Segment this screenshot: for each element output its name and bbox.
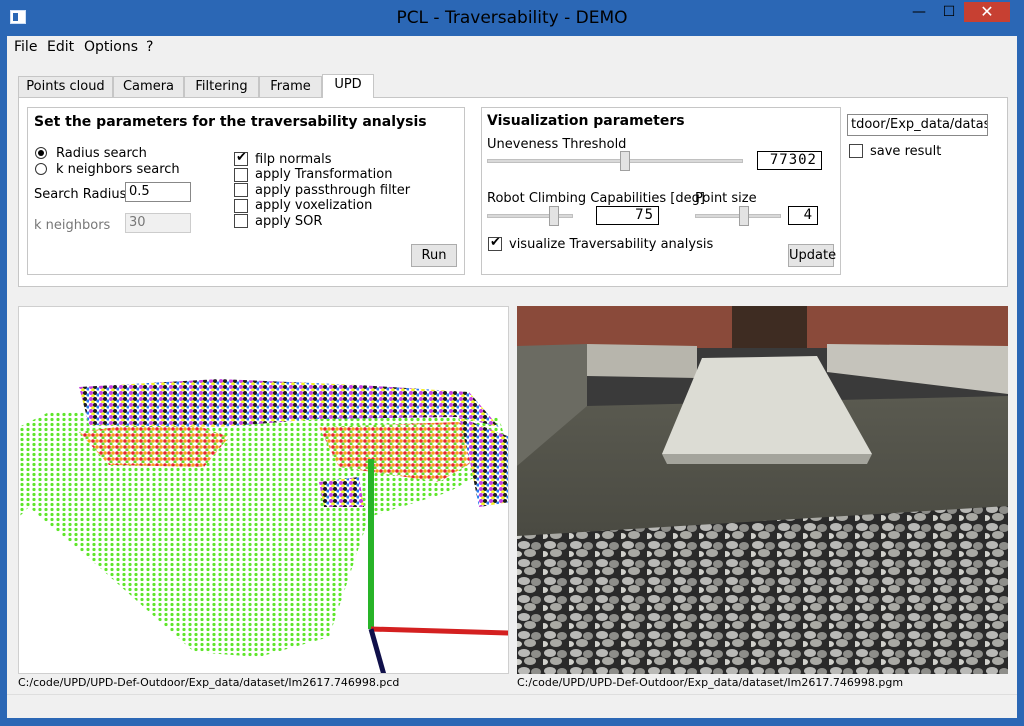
uneveness-slider-track[interactable]: [487, 159, 743, 163]
climbing-lcd: 75: [596, 206, 659, 225]
point-cloud-canvas: [19, 379, 508, 673]
right-view-path: C:/code/UPD/UPD-Def-Outdoor/Exp_data/dat…: [517, 676, 904, 689]
run-button[interactable]: Run: [411, 244, 457, 267]
camera-image-view[interactable]: [517, 306, 1008, 674]
apply-sor-label: apply SOR: [255, 214, 323, 229]
menu-options[interactable]: Options: [84, 39, 138, 55]
k-neighbors-input[interactable]: 30: [125, 213, 191, 233]
save-result-label: save result: [870, 144, 942, 159]
flip-normals-label: filp normals: [255, 152, 332, 167]
point-size-lcd: 4: [788, 206, 818, 225]
doorway: [732, 306, 807, 348]
menu-help[interactable]: ?: [146, 39, 153, 55]
point-size-slider-track[interactable]: [695, 214, 781, 218]
k-neighbors-search-radio[interactable]: [35, 163, 47, 175]
update-button[interactable]: Update: [788, 244, 836, 267]
k-neighbors-label: k neighbors: [34, 218, 111, 233]
search-radius-input[interactable]: 0.5: [125, 182, 191, 202]
uneveness-label: Uneveness Threshold: [487, 137, 627, 152]
camera-image-canvas: [517, 306, 1008, 674]
uneveness-lcd: 77302: [757, 151, 822, 170]
menu-bar: [7, 36, 1017, 58]
apply-transformation-label: apply Transformation: [255, 167, 393, 182]
tab-upd[interactable]: UPD: [322, 74, 374, 98]
window-frame-bottom: [0, 718, 1024, 726]
k-neighbors-search-label: k neighbors search: [56, 162, 180, 177]
flip-normals-checkbox[interactable]: [234, 150, 248, 166]
radius-search-label: Radius search: [56, 146, 147, 161]
visualize-traversability-checkbox[interactable]: [488, 235, 502, 251]
uneveness-slider-handle[interactable]: [620, 151, 630, 171]
visualization-title: Visualization parameters: [487, 113, 685, 129]
axis-z-navy: [368, 628, 387, 673]
window-frame-left: [0, 36, 7, 726]
low-wall-right: [827, 344, 1008, 394]
obstacle-points: [319, 477, 364, 507]
low-wall-left: [587, 344, 697, 378]
apply-passthrough-checkbox[interactable]: [234, 183, 248, 197]
minimize-button[interactable]: —: [906, 2, 932, 22]
radius-search-radio[interactable]: [35, 147, 47, 159]
apply-transformation-checkbox[interactable]: [234, 168, 248, 182]
window-frame-right: [1017, 36, 1024, 726]
tab-points-cloud[interactable]: Points cloud: [18, 76, 113, 97]
params-title: Set the parameters for the traversabilit…: [34, 114, 427, 130]
window-title: PCL - Traversability - DEMO: [396, 8, 628, 28]
apply-voxelization-label: apply voxelization: [255, 198, 373, 213]
apply-sor-checkbox[interactable]: [234, 214, 248, 228]
visualize-traversability-label: visualize Traversability analysis: [509, 237, 714, 252]
slab-edge: [662, 454, 872, 464]
axis-x-red: [370, 626, 508, 636]
point-size-label: Point size: [695, 191, 757, 206]
tab-camera[interactable]: Camera: [113, 76, 184, 97]
point-size-slider-handle[interactable]: [739, 206, 749, 226]
climbing-slider-track[interactable]: [487, 214, 573, 218]
tab-filtering[interactable]: Filtering: [184, 76, 259, 97]
left-view-path: C:/code/UPD/UPD-Def-Outdoor/Exp_data/dat…: [18, 676, 400, 689]
point-cloud-view[interactable]: [18, 306, 509, 674]
apply-passthrough-label: apply passthrough filter: [255, 183, 411, 198]
menu-file[interactable]: File: [14, 39, 37, 55]
save-result-checkbox[interactable]: [849, 144, 863, 158]
menu-edit[interactable]: Edit: [47, 39, 74, 55]
tab-frame[interactable]: Frame: [259, 76, 322, 97]
dataset-path-input[interactable]: tdoor/Exp_data/dataset: [847, 114, 988, 136]
search-radius-label: Search Radius: [34, 187, 127, 202]
climbing-label: Robot Climbing Capabilities [deg]: [487, 191, 705, 206]
climbing-slider-handle[interactable]: [549, 206, 559, 226]
maximize-button[interactable]: ☐: [936, 2, 962, 22]
close-button[interactable]: ✕: [964, 2, 1010, 22]
apply-voxelization-checkbox[interactable]: [234, 199, 248, 213]
status-bar: [7, 694, 1017, 718]
